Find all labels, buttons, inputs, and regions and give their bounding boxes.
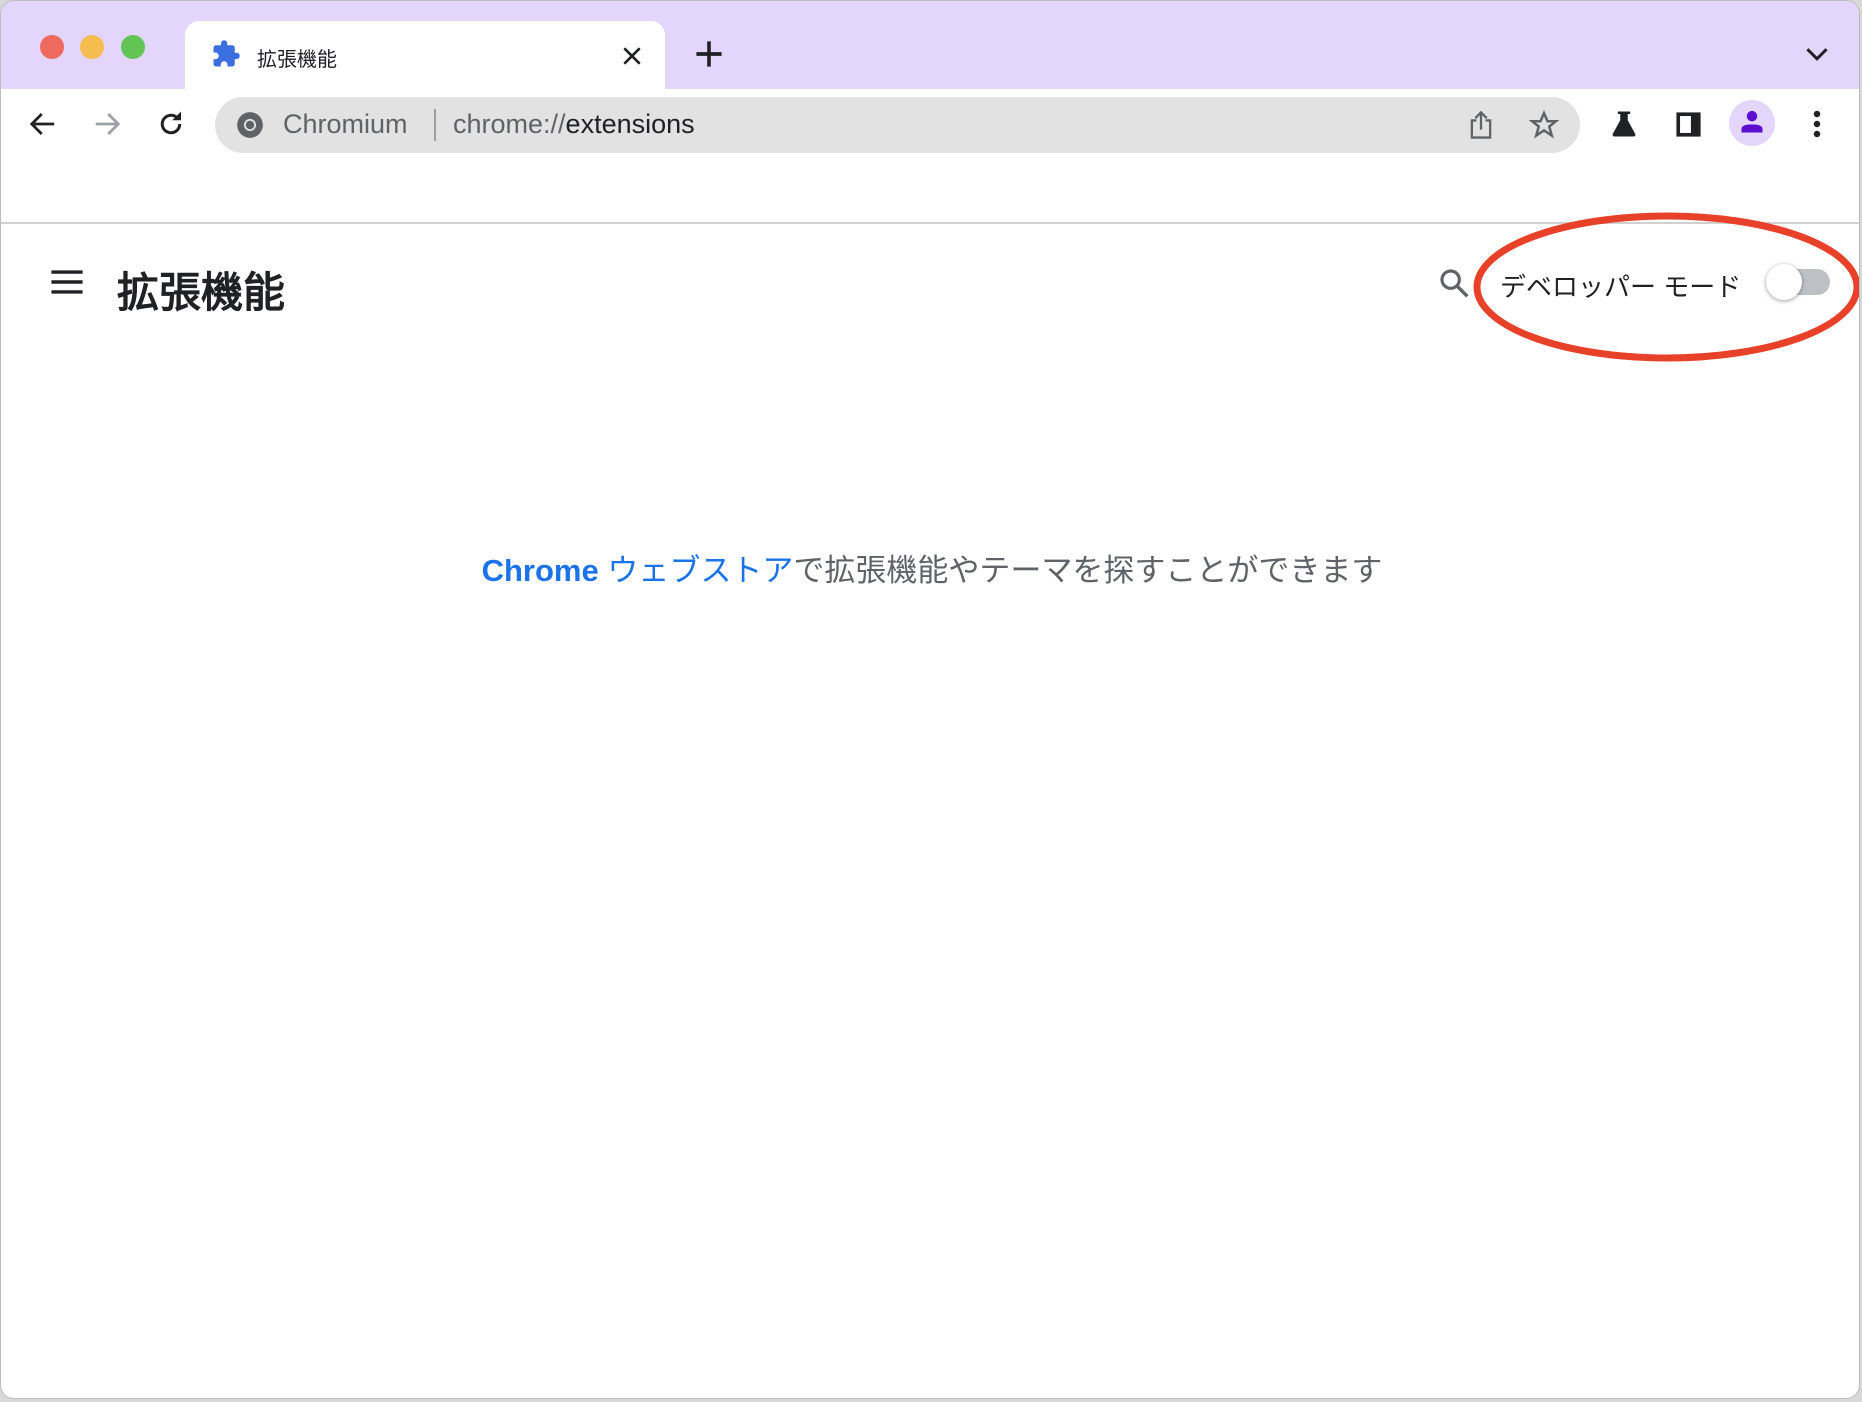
hamburger-menu-icon[interactable] xyxy=(50,267,84,297)
address-bar[interactable]: Chromium chrome://extensions xyxy=(215,97,1580,153)
tab-search-chevron-down-icon[interactable] xyxy=(1805,45,1829,63)
browser-window: 拡張機能 Chromium chrome://extensions 拡張機能 デ… xyxy=(0,0,1860,1399)
site-host: Chromium xyxy=(283,109,408,139)
new-tab-icon[interactable] xyxy=(695,40,723,68)
page-title: 拡張機能 xyxy=(117,269,286,316)
tab-extensions[interactable]: 拡張機能 xyxy=(185,21,665,89)
zoom-window-button[interactable] xyxy=(121,35,145,59)
link-brand: Chrome xyxy=(481,553,599,588)
search-icon[interactable] xyxy=(1438,267,1470,299)
labs-flask-icon[interactable] xyxy=(1609,109,1639,139)
puzzle-icon xyxy=(213,40,240,67)
back-icon[interactable] xyxy=(28,109,58,139)
empty-state-text: で拡張機能やテーマを探すことができます xyxy=(793,553,1383,588)
url-scheme: chrome:// xyxy=(453,109,566,139)
chromium-logo-icon xyxy=(237,112,263,138)
chrome-web-store-link[interactable]: Chrome ウェブストア xyxy=(482,553,794,588)
share-icon[interactable] xyxy=(1467,109,1495,141)
bookmark-star-icon[interactable] xyxy=(1529,110,1559,140)
close-window-button[interactable] xyxy=(40,35,64,59)
empty-state-message: Chrome ウェブストアで拡張機能やテーマを探すことができます xyxy=(1,545,1859,590)
forward-icon[interactable] xyxy=(92,109,122,139)
url-path: extensions xyxy=(565,109,695,139)
tab-strip: 拡張機能 xyxy=(1,1,1859,89)
reload-icon[interactable] xyxy=(156,109,186,139)
profile-avatar-button[interactable] xyxy=(1729,100,1775,146)
red-annotation-ellipse xyxy=(1473,212,1859,362)
link-store: ウェブストア xyxy=(598,553,794,588)
person-icon xyxy=(1741,110,1763,133)
minimize-window-button[interactable] xyxy=(80,35,104,59)
divider xyxy=(434,109,436,141)
side-panel-icon[interactable] xyxy=(1674,110,1703,139)
url-text[interactable]: chrome://extensions xyxy=(453,109,695,140)
more-menu-icon[interactable] xyxy=(1807,109,1827,139)
tab-title: 拡張機能 xyxy=(257,49,337,71)
close-tab-icon[interactable] xyxy=(621,45,643,67)
toolbar: Chromium chrome://extensions xyxy=(1,89,1859,224)
